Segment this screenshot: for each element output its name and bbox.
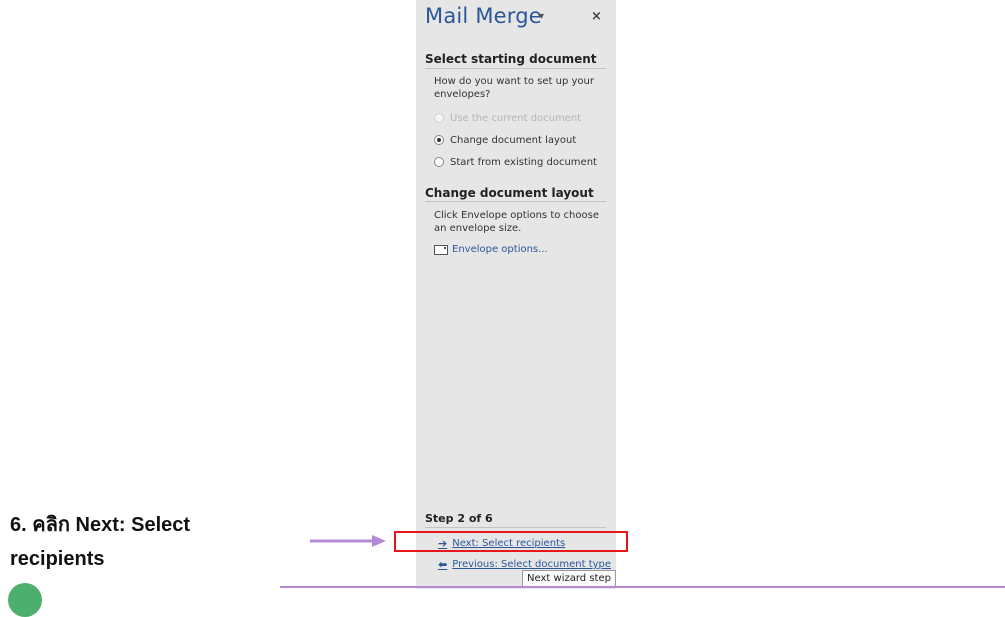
envelope-icon [434,244,448,255]
close-icon[interactable]: × [591,9,602,24]
radio-use-current-document: Use the current document [434,111,581,125]
tooltip: Next wizard step [522,570,616,587]
envelope-options-link[interactable]: Envelope options... [434,244,548,255]
pane-title: Mail Merge [425,4,542,28]
radio-change-document-layout[interactable]: Change document layout [434,133,576,147]
radio-label: Use the current document [450,112,582,124]
radio-icon[interactable] [434,157,444,167]
section-description: Click Envelope options to choose an enve… [434,210,599,234]
highlight-box [394,531,628,552]
divider [425,201,606,202]
dropdown-icon[interactable]: ▾ [539,11,544,22]
bottom-divider [280,586,1005,588]
radio-start-from-existing[interactable]: Start from existing document [434,155,597,169]
radio-icon[interactable] [434,135,444,145]
instruction-text: 6. คลิก Next: Select recipients [10,508,280,576]
divider [425,68,606,69]
arrow-left-icon: ⬅ [438,558,448,571]
previous-link-label: Previous: Select document type [452,559,612,570]
instruction-line-2: recipients [10,548,105,570]
radio-label: Start from existing document [450,156,597,168]
instruction-line-1: 6. คลิก Next: Select [10,514,191,536]
section-title-select-starting: Select starting document [425,52,597,66]
step-indicator: Step 2 of 6 [425,512,493,525]
section-title-change-layout: Change document layout [425,186,594,200]
envelope-options-label: Envelope options... [452,244,548,255]
radio-icon [434,113,444,123]
section-prompt: How do you want to set up your envelopes… [434,76,594,100]
radio-label: Change document layout [450,134,577,146]
corner-circle-icon [8,583,42,617]
mail-merge-pane: Mail Merge ▾ × Select starting document … [416,0,616,589]
pointer-arrow-icon [310,535,386,547]
divider [425,527,606,528]
